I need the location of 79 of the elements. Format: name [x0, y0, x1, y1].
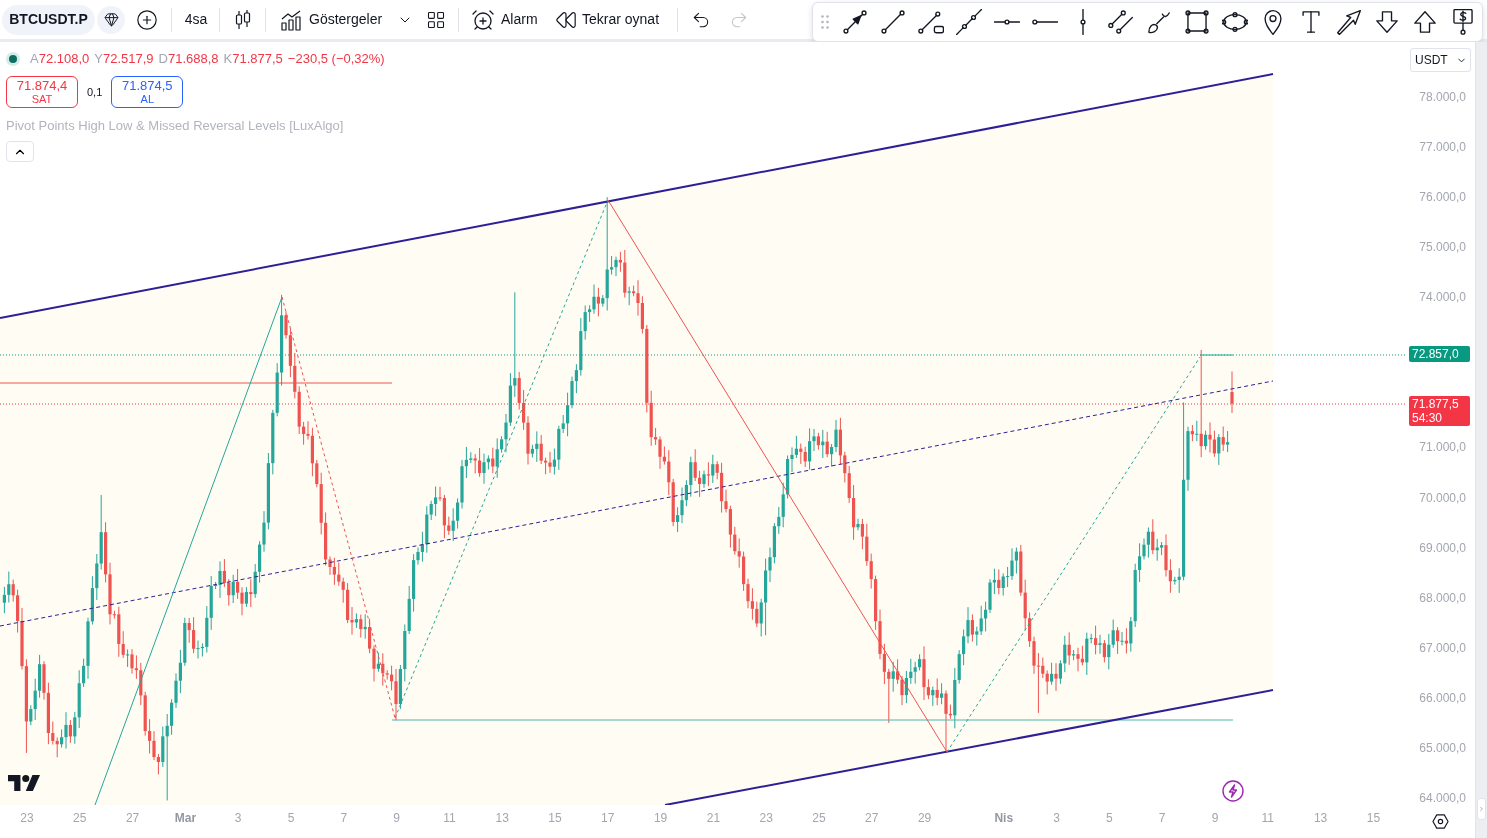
- drag-handle-icon[interactable]: [821, 15, 829, 29]
- date-label: 13: [495, 811, 509, 825]
- date-label: 11: [1261, 811, 1275, 825]
- level-line: [1199, 354, 1234, 356]
- date-label: 23: [20, 811, 34, 825]
- date-label: 25: [812, 811, 826, 825]
- date-label: 9: [1211, 811, 1219, 825]
- date-label: 7: [1158, 811, 1166, 825]
- date-label: 13: [1313, 811, 1328, 825]
- price-tick: 68.000,0: [1419, 590, 1466, 605]
- brush-icon[interactable]: [1146, 9, 1172, 35]
- date-label: 25: [73, 811, 87, 825]
- arrow-down-icon[interactable]: [1374, 9, 1400, 35]
- logo-icon: [8, 775, 40, 791]
- ellipse-icon[interactable]: [1222, 9, 1248, 35]
- date-label: 3: [1053, 811, 1060, 825]
- price-tick: 71.000,0: [1419, 440, 1466, 455]
- layout-grid-icon[interactable]: [426, 9, 446, 30]
- arrow-up-icon[interactable]: [1412, 9, 1438, 35]
- date-label: 23: [759, 811, 773, 825]
- ohlc-value: Y72.517,9: [94, 50, 154, 69]
- arrow-line-icon[interactable]: [842, 9, 868, 35]
- price-tick: 78.000,0: [1419, 90, 1466, 104]
- price-tick: 75.000,0: [1419, 240, 1466, 255]
- date-label: 5: [1106, 811, 1113, 825]
- spread-value: 0,1: [87, 84, 103, 100]
- ohlc-value: A72.108,0: [30, 50, 90, 69]
- date-label: Nis: [994, 811, 1014, 825]
- buy-button[interactable]: 71.874,5 AL: [111, 76, 184, 108]
- date-label: 3: [234, 811, 242, 825]
- rectangle-icon[interactable]: [1184, 9, 1210, 35]
- date-label: 29: [917, 811, 932, 825]
- extended-line-icon[interactable]: [956, 9, 982, 35]
- price-tick: 76.000,0: [1419, 190, 1466, 205]
- price-tick: 64.000,0: [1419, 790, 1466, 805]
- symbol-button[interactable]: BTCUSDT.P: [2, 4, 95, 35]
- info-line-icon[interactable]: [918, 9, 944, 35]
- interval-button[interactable]: 4sa: [180, 5, 212, 34]
- chevron-right-icon: [1478, 805, 1485, 813]
- price-tick: 66.000,0: [1419, 690, 1466, 705]
- indicators-button[interactable]: Göstergeler: [279, 5, 385, 34]
- price-label-icon[interactable]: [1450, 9, 1476, 35]
- ohlc-value: K71.877,5: [223, 50, 283, 69]
- date-label: 5: [287, 811, 295, 825]
- alert-button[interactable]: Alarm: [471, 5, 543, 34]
- sell-button[interactable]: 71.874,4 SAT: [6, 76, 78, 108]
- date-label: 27: [865, 811, 879, 825]
- date-label: 9: [393, 811, 400, 825]
- currency-dropdown[interactable]: USDT: [1410, 48, 1471, 72]
- arrow-icon[interactable]: [1336, 9, 1362, 35]
- price-badge-value: 72.857,0: [1412, 347, 1460, 361]
- lightning-icon[interactable]: [1222, 780, 1244, 802]
- price-tick: 74.000,0: [1419, 290, 1466, 305]
- parallel-channel-icon[interactable]: [1108, 9, 1134, 35]
- date-label: 15: [1366, 811, 1381, 825]
- countdown-text: 54:30: [1412, 411, 1444, 425]
- price-tick: 70.000,0: [1419, 490, 1466, 505]
- price-tick: 77.000,0: [1419, 140, 1466, 155]
- gem-icon[interactable]: [97, 5, 125, 34]
- replay-button[interactable]: Tekrar oynat: [555, 5, 667, 34]
- date-label: 7: [340, 811, 348, 825]
- line-icon[interactable]: [880, 9, 906, 35]
- date-label: 11: [443, 811, 456, 825]
- add-icon[interactable]: [136, 8, 158, 31]
- price-change: −230,5 (−0,32%): [287, 50, 385, 69]
- date-label: 19: [653, 811, 668, 825]
- price-tick: 69.000,0: [1419, 540, 1466, 555]
- date-label: 17: [601, 811, 615, 825]
- date-label: 27: [125, 811, 140, 825]
- date-label: Mar: [174, 811, 197, 825]
- date-label: 21: [706, 811, 721, 825]
- price-badge-value: 71.877,5: [1412, 397, 1460, 411]
- price-tick: 67.000,0: [1419, 640, 1466, 655]
- price-tick: 65.000,0: [1419, 740, 1466, 755]
- status-dot-icon: [6, 52, 20, 66]
- settings-icon[interactable]: [1431, 813, 1449, 830]
- ohlc-value: D71.688,8: [158, 50, 219, 69]
- date-label: 15: [548, 811, 562, 825]
- collapse-button[interactable]: [6, 141, 34, 162]
